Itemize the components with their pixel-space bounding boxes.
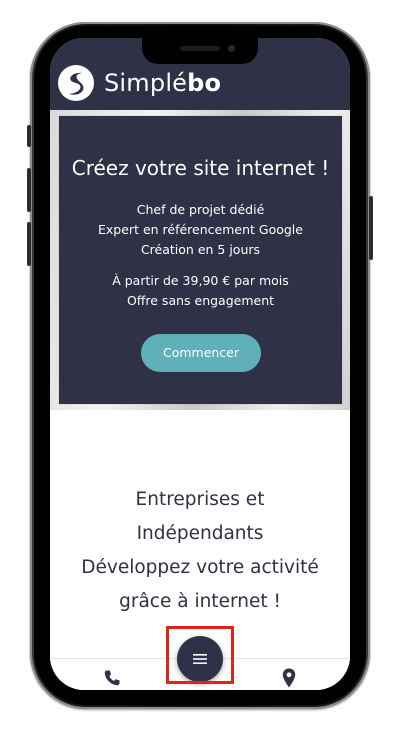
hero-title: Créez votre site internet ! bbox=[71, 156, 330, 180]
feature-line: Expert en référencement Google bbox=[98, 222, 303, 237]
hero-card: Créez votre site internet ! Chef de proj… bbox=[59, 116, 342, 404]
pricing-line: Offre sans engagement bbox=[126, 293, 275, 308]
volume-up-button bbox=[27, 168, 31, 212]
start-button[interactable]: Commencer bbox=[141, 334, 261, 372]
section-line: grâce à internet ! bbox=[119, 591, 281, 612]
feature-line: Création en 5 jours bbox=[140, 242, 261, 257]
section-line: Développez votre activité bbox=[81, 557, 319, 578]
highlight-box bbox=[166, 626, 234, 684]
section-line: Entreprises et bbox=[135, 489, 265, 510]
notch bbox=[142, 38, 258, 64]
location-pin-icon[interactable] bbox=[282, 668, 296, 688]
phone-icon[interactable] bbox=[103, 669, 121, 687]
logo-icon[interactable] bbox=[57, 64, 95, 102]
brand-name-light: Simplé bbox=[104, 69, 188, 97]
feature-line: Chef de projet dédié bbox=[136, 202, 265, 217]
speaker bbox=[180, 46, 220, 51]
power-button bbox=[369, 196, 373, 260]
brand-logo-text[interactable]: Simplébo bbox=[104, 69, 221, 97]
brand-name-bold: bo bbox=[187, 69, 222, 97]
phone-screen: Simplébo Créez votre site internet ! Che… bbox=[50, 38, 350, 690]
hero-pricing: À partir de 39,90 € par mois Offre sans … bbox=[59, 271, 342, 311]
pricing-line: À partir de 39,90 € par mois bbox=[112, 273, 289, 288]
silent-switch bbox=[27, 125, 31, 147]
hero-features: Chef de projet dédié Expert en référence… bbox=[59, 200, 342, 260]
section-heading: Entreprises et Indépendants Développez v… bbox=[50, 483, 350, 619]
section-line: Indépendants bbox=[136, 523, 264, 544]
volume-down-button bbox=[27, 222, 31, 266]
front-camera bbox=[228, 45, 235, 52]
